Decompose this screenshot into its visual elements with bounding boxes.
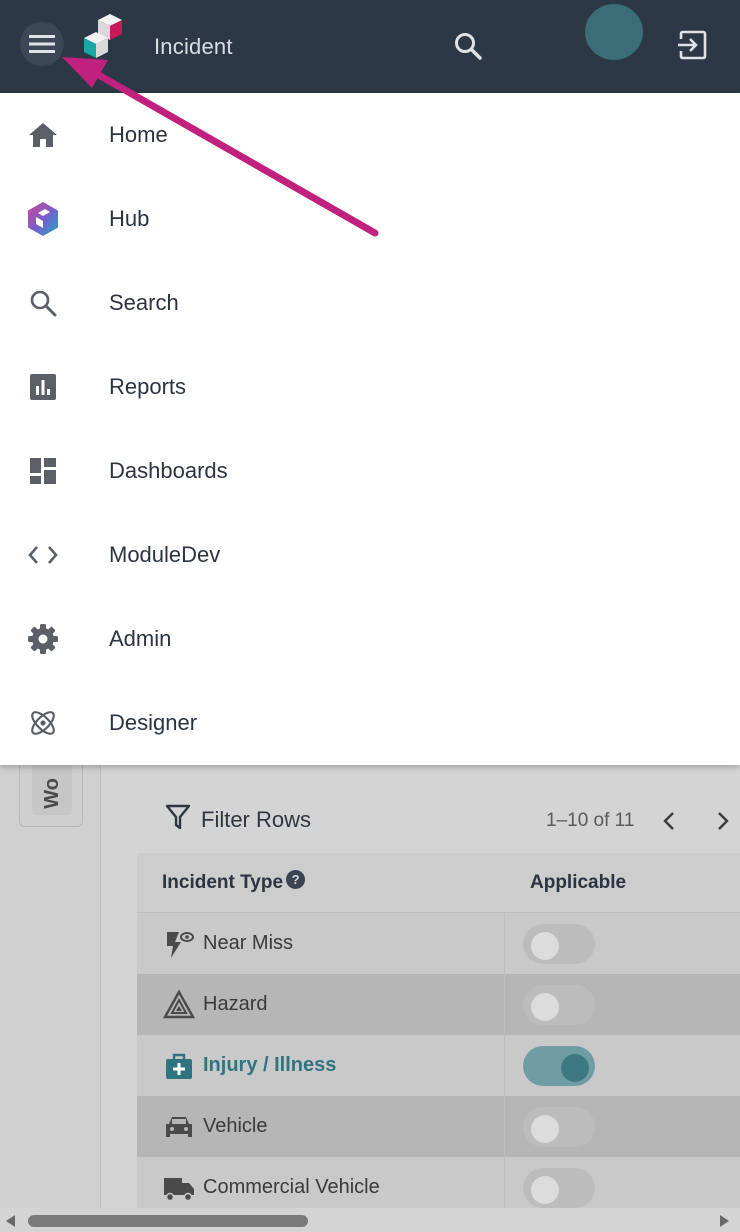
logout-icon bbox=[678, 30, 707, 60]
next-page-button[interactable] bbox=[710, 807, 736, 835]
row-label: Commercial Vehicle bbox=[203, 1176, 380, 1198]
gear-icon bbox=[24, 620, 62, 658]
avatar[interactable] bbox=[585, 4, 643, 60]
applicable-toggle[interactable] bbox=[523, 984, 595, 1025]
hazard-icon bbox=[163, 989, 195, 1021]
nav-item-admin[interactable]: Admin bbox=[0, 597, 740, 681]
scroll-right-arrow-icon[interactable] bbox=[720, 1215, 729, 1227]
reports-icon bbox=[24, 368, 62, 406]
row-label: Injury / Illness bbox=[203, 1054, 337, 1076]
dashboards-icon bbox=[24, 452, 62, 490]
rail-tab-label: Wo bbox=[40, 778, 63, 809]
incident-type-header: Incident Type bbox=[162, 871, 284, 893]
applicable-toggle[interactable] bbox=[523, 923, 595, 964]
hub-icon bbox=[24, 200, 62, 238]
nav-item-dashboards[interactable]: Dashboards bbox=[0, 429, 740, 513]
navigation-drawer: Home Hub Search Reports Dashboards Modul… bbox=[0, 93, 740, 765]
scroll-left-arrow-icon[interactable] bbox=[6, 1215, 15, 1227]
car-icon bbox=[163, 1111, 195, 1143]
nav-item-moduledev[interactable]: ModuleDev bbox=[0, 513, 740, 597]
chevron-right-icon bbox=[718, 812, 729, 830]
row-label: Near Miss bbox=[203, 932, 294, 954]
filter-rows-label: Filter Rows bbox=[201, 806, 312, 832]
hamburger-menu-button[interactable] bbox=[20, 22, 64, 66]
logout-button[interactable] bbox=[673, 26, 711, 64]
table-row: Hazard bbox=[137, 974, 740, 1035]
nav-item-designer[interactable]: Designer bbox=[0, 681, 740, 765]
filter-rows-button[interactable]: Filter Rows bbox=[165, 803, 311, 836]
row-label: Hazard bbox=[203, 993, 268, 1015]
hamburger-menu-icon bbox=[29, 35, 55, 53]
near-miss-icon bbox=[163, 928, 195, 960]
home-icon bbox=[24, 116, 62, 154]
atom-icon bbox=[24, 704, 62, 742]
scrollbar-thumb[interactable] bbox=[28, 1215, 308, 1227]
search-button[interactable] bbox=[450, 28, 486, 64]
table-row: Injury / Illness bbox=[137, 1035, 740, 1096]
nav-item-hub[interactable]: Hub bbox=[0, 177, 740, 261]
incident-type-table: Incident Type ? Applicable Near Miss Haz… bbox=[137, 853, 740, 1218]
app-logo bbox=[80, 12, 126, 68]
applicable-header: Applicable bbox=[530, 871, 627, 893]
table-row: Vehicle bbox=[137, 1096, 740, 1157]
applicable-toggle[interactable] bbox=[523, 1167, 595, 1208]
medical-bag-icon bbox=[163, 1050, 195, 1082]
table-header: Incident Type ? Applicable bbox=[137, 853, 740, 913]
chevron-left-icon bbox=[663, 812, 674, 830]
horizontal-scrollbar[interactable] bbox=[0, 1208, 740, 1232]
table-row: Near Miss bbox=[137, 913, 740, 974]
applicable-toggle[interactable] bbox=[523, 1106, 595, 1147]
app-bar: Incident bbox=[0, 0, 740, 93]
search-icon bbox=[455, 33, 482, 60]
row-label: Vehicle bbox=[203, 1115, 268, 1137]
help-icon[interactable]: ? bbox=[286, 870, 306, 889]
applicable-toggle[interactable] bbox=[523, 1045, 595, 1086]
app-title: Incident bbox=[154, 34, 233, 59]
nav-item-home[interactable]: Home bbox=[0, 93, 740, 177]
nav-item-search[interactable]: Search bbox=[0, 261, 740, 345]
search-icon bbox=[24, 284, 62, 322]
code-icon bbox=[24, 536, 62, 574]
truck-icon bbox=[163, 1172, 195, 1204]
pagination-range: 1–10 of 11 bbox=[546, 810, 635, 831]
previous-page-button[interactable] bbox=[656, 807, 682, 835]
nav-item-reports[interactable]: Reports bbox=[0, 345, 740, 429]
filter-icon bbox=[165, 803, 191, 836]
